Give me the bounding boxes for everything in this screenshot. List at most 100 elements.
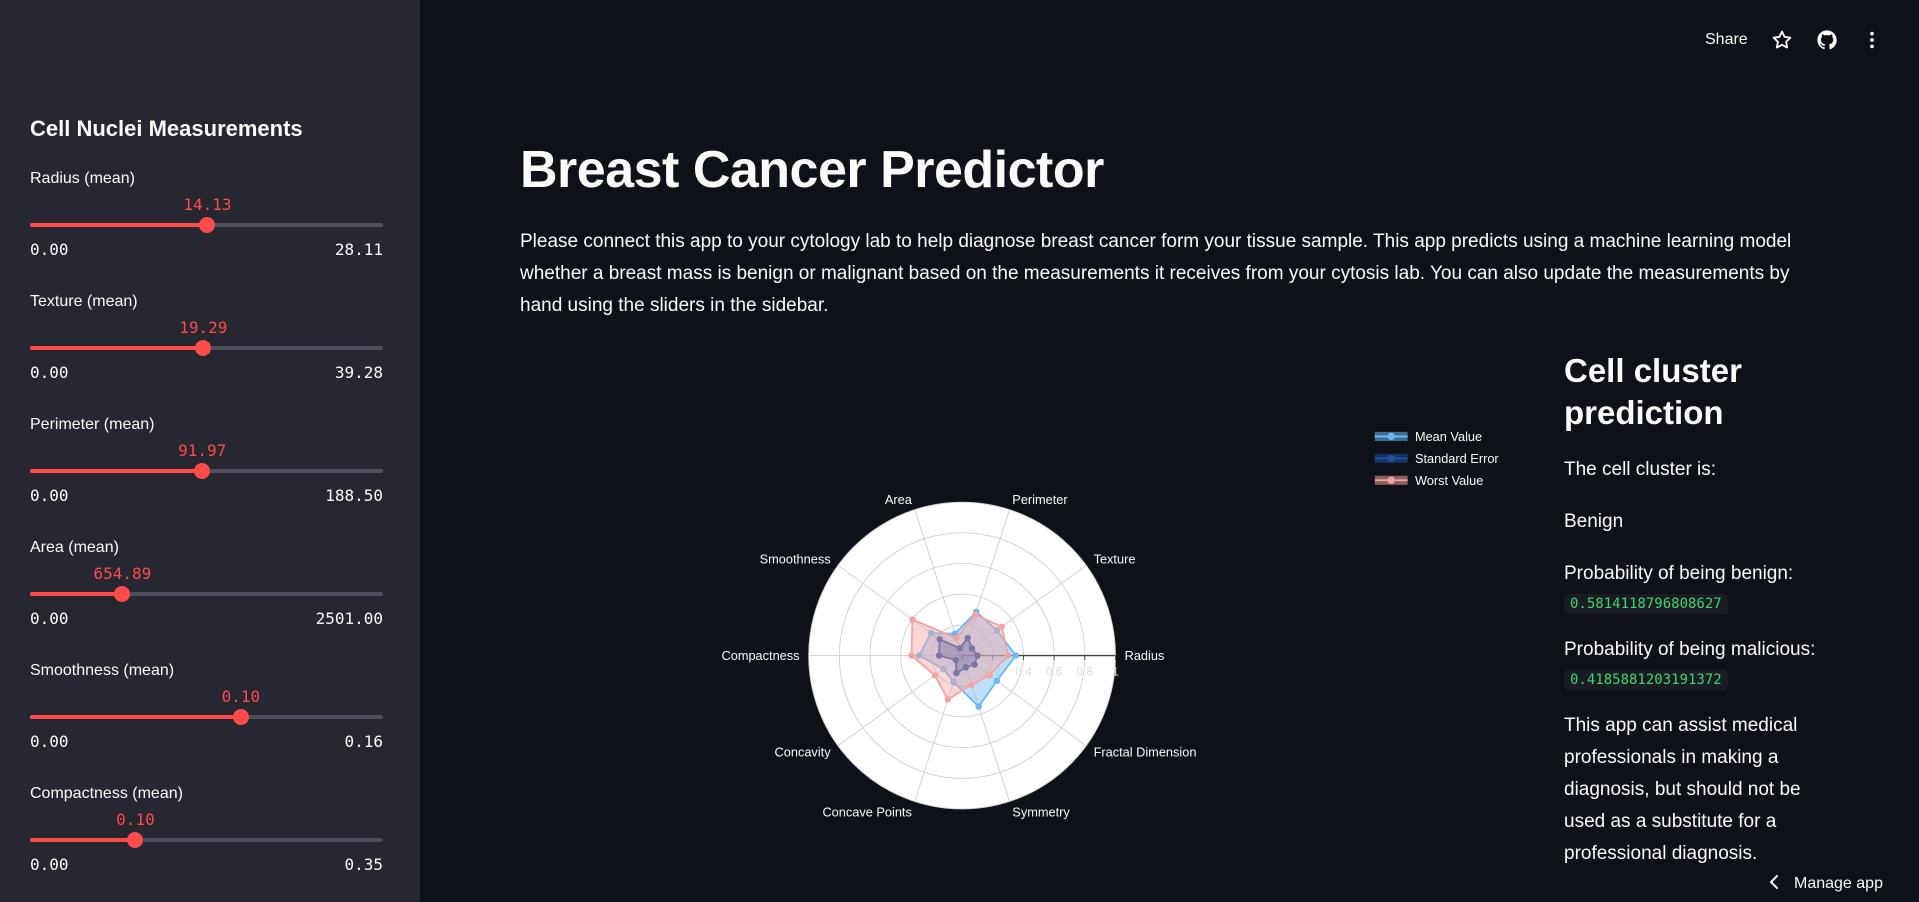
legend-marker — [1387, 476, 1395, 484]
radar-chart-svg: 0 0.2 0.4 0.6 0.8 1RadiusTexturePerimeterArea… — [722, 429, 1500, 819]
disclaimer-text: This app can assist medical professional… — [1564, 715, 1801, 864]
radar-point — [998, 623, 1005, 630]
slider-track[interactable] — [30, 217, 383, 233]
radar-category-label: Compactness — [722, 648, 800, 663]
more-vertical-icon[interactable] — [1860, 28, 1884, 52]
slider-perimeter-mean[interactable]: Perimeter (mean) 91.97 0.00 188.50 — [30, 416, 383, 526]
slider-fill — [30, 469, 203, 473]
radar-point — [986, 672, 993, 679]
slider-label: Compactness (mean) — [30, 785, 183, 802]
slider-thumb[interactable] — [194, 463, 211, 479]
radar-point — [931, 672, 938, 679]
sidebar-title: Cell Nuclei Measurements — [30, 116, 303, 141]
slider-max: 0.35 — [344, 855, 383, 874]
slider-track[interactable] — [30, 832, 383, 848]
slider-fill — [30, 346, 204, 350]
prediction-panel: Cell cluster prediction The cell cluster… — [1564, 350, 1824, 870]
legend-label: Standard Error — [1415, 451, 1499, 466]
radar-point — [972, 611, 979, 618]
radar-point — [909, 616, 916, 623]
manage-app-button[interactable]: Manage app — [1758, 866, 1919, 902]
slider-min: 0.00 — [30, 732, 69, 751]
radar-radial-tick-label: 0.6 — [1046, 665, 1063, 679]
manage-app-label: Manage app — [1794, 875, 1883, 892]
slider-max: 39.28 — [334, 363, 383, 382]
legend-label: Worst Value — [1415, 473, 1483, 488]
slider-min: 0.00 — [30, 609, 69, 628]
radar-chart[interactable]: 0 0.2 0.4 0.6 0.8 1 Radius Texture Perimeter Area… — [660, 420, 1560, 840]
slider-track[interactable] — [30, 586, 383, 602]
sidebar: Cell Nuclei Measurements Radius (mean) 14… — [0, 0, 420, 902]
slider-track[interactable] — [30, 340, 383, 356]
malicious-label: Probability of being malicious: — [1564, 639, 1816, 660]
slider-thumb[interactable] — [199, 217, 216, 233]
radar-category-label: Fractal Dimension — [1094, 745, 1197, 760]
radar-radial-tick-label: 1 — [1112, 665, 1119, 679]
github-icon[interactable] — [1815, 28, 1839, 52]
benign-label: Probability of being benign: — [1564, 563, 1794, 584]
legend-marker — [1387, 454, 1395, 462]
slider-radius-mean[interactable]: Radius (mean) 14.13 0.00 28.11 — [30, 170, 383, 280]
radar-point — [1012, 652, 1019, 659]
slider-area-mean[interactable]: Area (mean) 654.89 0.00 2501.00 — [30, 539, 383, 649]
radar-point — [1004, 652, 1012, 659]
slider-min: 0.00 — [30, 486, 69, 505]
slider-label: Perimeter (mean) — [30, 416, 155, 433]
radar-category-label: Concave Points — [822, 804, 911, 819]
page-title: Breast Cancer Predictor — [520, 141, 1104, 199]
slider-fill — [30, 223, 208, 227]
slider-fill — [30, 838, 136, 842]
radar-point — [975, 703, 982, 710]
slider-thumb[interactable] — [127, 832, 144, 848]
malicious-probability: 0.4185881203191372 — [1564, 670, 1728, 690]
share-button[interactable]: Share — [1705, 31, 1748, 49]
slider-value: 0.10 — [116, 810, 155, 829]
radar-category-label: Area — [885, 492, 913, 507]
radar-category-label: Symmetry — [1012, 804, 1070, 819]
slider-value: 91.97 — [178, 441, 227, 460]
radar-category-label: Concavity — [775, 745, 832, 760]
slider-label: Radius (mean) — [30, 170, 135, 187]
radar-category-label: Smoothness — [760, 552, 831, 567]
radar-radial-tick-label: 0.4 — [1015, 665, 1032, 679]
slider-fill — [30, 715, 241, 719]
radar-radial-tick-label: 0.8 — [1077, 665, 1094, 679]
chevron-left-icon — [1768, 874, 1780, 894]
slider-track[interactable] — [30, 709, 383, 725]
slider-max: 2501.00 — [315, 609, 383, 628]
slider-max: 188.50 — [325, 486, 383, 505]
cluster-result: Benign — [1564, 511, 1624, 532]
slider-value: 0.10 — [221, 687, 261, 706]
radar-point — [968, 681, 975, 688]
slider-texture-mean[interactable]: Texture (mean) 19.29 0.00 39.28 — [30, 293, 383, 403]
slider-min: 0.00 — [30, 363, 69, 382]
slider-fill — [30, 592, 123, 596]
slider-value: 654.89 — [93, 564, 152, 583]
slider-min: 0.00 — [30, 855, 69, 874]
legend-marker — [1387, 432, 1395, 441]
radar-point — [993, 677, 1001, 685]
slider-thumb[interactable] — [114, 586, 131, 602]
prediction-heading: Cell cluster prediction — [1564, 352, 1742, 431]
slider-label: Area (mean) — [30, 539, 119, 556]
slider-thumb[interactable] — [232, 709, 249, 725]
slider-track[interactable] — [30, 463, 383, 479]
cluster-label: The cell cluster is: — [1564, 459, 1717, 480]
legend-label: Mean Value — [1415, 429, 1482, 444]
slider-smoothness-mean[interactable]: Smoothness (mean) 0.10 0.00 0.16 — [30, 662, 383, 772]
radar-point — [944, 696, 952, 703]
slider-label: Texture (mean) — [30, 293, 138, 310]
slider-compactness-mean[interactable]: Compactness (mean) 0.10 0.00 0.35 — [30, 785, 383, 895]
benign-probability: 0.5814118796808627 — [1564, 594, 1728, 614]
slider-thumb[interactable] — [195, 340, 212, 356]
slider-max: 0.16 — [344, 732, 383, 751]
slider-max: 28.11 — [334, 240, 383, 259]
slider-value: 19.29 — [179, 318, 228, 337]
slider-min: 0.00 — [30, 240, 69, 259]
radar-point — [908, 652, 915, 659]
app-description: Please connect this app to your cytology… — [520, 231, 1792, 316]
radar-category-label: Texture — [1094, 552, 1136, 567]
slider-label: Smoothness (mean) — [30, 662, 175, 679]
star-icon[interactable] — [1770, 28, 1794, 52]
radar-category-label: Perimeter — [1012, 492, 1068, 507]
